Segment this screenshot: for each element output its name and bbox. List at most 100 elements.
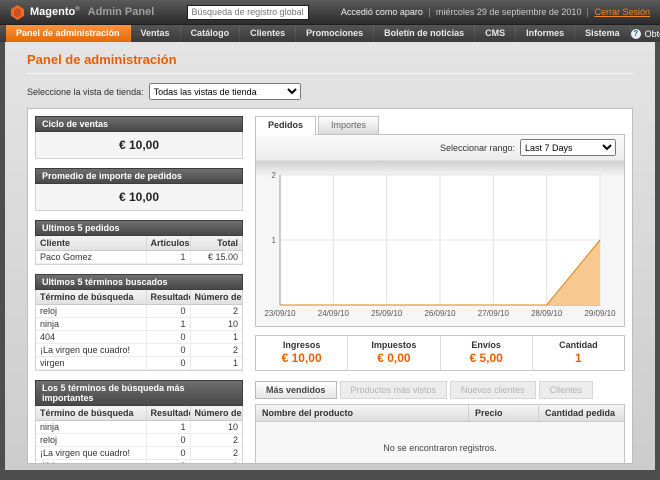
store-view-label: Seleccione la vista de tienda: [27, 87, 144, 97]
widget-title: Ultimos 5 pedidos [35, 220, 243, 236]
stat-label: Envíos [441, 340, 532, 350]
svg-text:29/09/10: 29/09/10 [584, 309, 616, 318]
help-label: Obtener ayuda para esta página [645, 29, 660, 39]
nav-item-newsletter[interactable]: Boletín de noticias [374, 25, 475, 42]
current-date: miércoles 29 de septiembre de 2010 [436, 7, 582, 17]
svg-text:1: 1 [272, 236, 277, 245]
main-navbar: Panel de administración Ventas Catálogo … [0, 24, 660, 42]
page-title: Panel de administración [27, 52, 633, 67]
column-header: Término de búsqueda [36, 290, 146, 305]
stat-value: € 5,00 [441, 351, 532, 365]
table-row[interactable]: ¡La virgen que cuadro! 0 2 [36, 344, 242, 357]
range-selector-row: Seleccionar rango: Last 7 Days [256, 135, 624, 161]
tab-new-customers[interactable]: Nuevos clientes [450, 381, 536, 399]
nav-item-reports[interactable]: Informes [516, 25, 575, 42]
top-header-bar: Magento® Admin Panel Accedió como aparo … [0, 0, 660, 24]
magento-admin-screen: Magento® Admin Panel Accedió como aparo … [0, 0, 660, 480]
tab-most-viewed[interactable]: Productos más vistos [340, 381, 448, 399]
nav-item-dashboard[interactable]: Panel de administración [6, 25, 131, 42]
range-select[interactable]: Last 7 Days [520, 139, 616, 156]
top-search-terms-widget: Los 5 términos de búsqueda más important… [35, 380, 243, 464]
dashboard-panel: Ciclo de ventas € 10,00 Promedio de impo… [27, 108, 633, 464]
registered-mark: ® [75, 6, 79, 12]
tab-bestsellers[interactable]: Más vendidos [255, 381, 337, 399]
global-search-input[interactable] [187, 5, 309, 20]
top-search-terms-table: Término de búsqueda Resultados Número de… [35, 406, 243, 464]
magento-logo-icon [10, 5, 25, 20]
stat-revenue: Ingresos € 10,00 [256, 336, 347, 370]
table-row[interactable]: reloj 0 2 [36, 434, 242, 447]
svg-text:26/09/10: 26/09/10 [424, 309, 456, 318]
nav-item-promotions[interactable]: Promociones [296, 25, 374, 42]
empty-table-message: No se encontraron registros. [256, 422, 624, 464]
table-row[interactable]: 404 0 1 [36, 331, 242, 344]
table-row[interactable]: 404 0 1 [36, 460, 242, 465]
stat-value: € 10,00 [256, 351, 347, 365]
help-icon: ? [631, 29, 641, 39]
lifetime-sales-widget: Ciclo de ventas € 10,00 [35, 116, 243, 159]
last-search-terms-table: Término de búsqueda Resultados Número de… [35, 290, 243, 371]
separator [429, 8, 430, 17]
stat-label: Ingresos [256, 340, 347, 350]
chart-tabs: Pedidos Importes [255, 116, 625, 134]
tab-orders[interactable]: Pedidos [255, 116, 316, 135]
column-header: Término de búsqueda [36, 406, 146, 421]
bestsellers-table-header: Nombre del producto Precio Cantidad pedi… [256, 405, 624, 422]
tab-customers[interactable]: Clientes [539, 381, 594, 399]
svg-text:2: 2 [272, 171, 277, 180]
nav-item-customers[interactable]: Clientes [240, 25, 296, 42]
last-search-terms-widget: Ultimos 5 términos buscados Término de b… [35, 274, 243, 371]
last-orders-table: Cliente Artículos Total Paco Gomez 1 € 1… [35, 236, 243, 265]
brand: Magento® Admin Panel [10, 5, 154, 20]
table-row[interactable]: Paco Gomez 1 € 15.00 [36, 251, 242, 264]
table-row[interactable]: ¡La virgen que cuadro! 0 2 [36, 447, 242, 460]
content-area: Panel de administración Seleccione la vi… [5, 42, 655, 470]
logged-in-user: Accedió como aparo [341, 7, 423, 17]
nav-menu: Panel de administración Ventas Catálogo … [6, 25, 631, 42]
totals-bar: Ingresos € 10,00 Impuestos € 0,00 Envíos… [255, 335, 625, 371]
separator [587, 8, 588, 17]
table-row[interactable]: virgen 0 1 [36, 357, 242, 370]
orders-diagram: Seleccionar rango: Last 7 Days 1 2 23/09/1… [255, 134, 625, 327]
column-header: Artículos [146, 236, 190, 251]
nav-item-system[interactable]: Sistema [575, 25, 631, 42]
orders-chart: 1223/09/1024/09/1025/09/1026/09/1027/09/… [260, 169, 620, 324]
table-row[interactable]: ninja 1 10 [36, 421, 242, 434]
column-header: Número de usos [190, 290, 242, 305]
orders-chart-svg: 1223/09/1024/09/1025/09/1026/09/1027/09/… [260, 169, 620, 319]
nav-item-catalog[interactable]: Catálogo [181, 25, 241, 42]
page-help-link[interactable]: ? Obtener ayuda para esta página [631, 25, 660, 42]
product-tabs: Más vendidos Productos más vistos Nuevos… [255, 381, 625, 399]
store-view-select[interactable]: Todas las vistas de tienda [149, 83, 301, 100]
column-header: Precio [468, 405, 538, 421]
stat-value: 1 [533, 351, 624, 365]
stat-shipping: Envíos € 5,00 [440, 336, 532, 370]
stat-tax: Impuestos € 0,00 [347, 336, 439, 370]
brand-name: Magento® [30, 6, 80, 18]
column-header: Cliente [36, 236, 146, 251]
stat-value: € 0,00 [348, 351, 439, 365]
tab-amounts[interactable]: Importes [318, 116, 379, 134]
logout-link[interactable]: Cerrar Sesión [594, 7, 650, 17]
column-header: Resultados [146, 406, 190, 421]
stat-quantity: Cantidad 1 [532, 336, 624, 370]
svg-text:25/09/10: 25/09/10 [371, 309, 403, 318]
product-name: Admin Panel [88, 6, 155, 18]
store-view-switcher: Seleccione la vista de tienda: Todas las… [27, 83, 633, 100]
session-info: Accedió como aparo miércoles 29 de septi… [341, 7, 650, 17]
dashboard-left-column: Ciclo de ventas € 10,00 Promedio de impo… [35, 116, 243, 456]
svg-text:23/09/10: 23/09/10 [264, 309, 296, 318]
column-header: Cantidad pedida [538, 405, 624, 421]
table-row[interactable]: reloj 0 2 [36, 305, 242, 318]
nav-item-cms[interactable]: CMS [475, 25, 516, 42]
table-row[interactable]: ninja 1 10 [36, 318, 242, 331]
widget-title: Ultimos 5 términos buscados [35, 274, 243, 290]
average-orders-value: € 10,00 [35, 184, 243, 211]
svg-text:27/09/10: 27/09/10 [478, 309, 510, 318]
dashboard-right-column: Pedidos Importes Seleccionar rango: Last… [255, 116, 625, 456]
lifetime-sales-value: € 10,00 [35, 132, 243, 159]
stat-label: Cantidad [533, 340, 624, 350]
nav-item-sales[interactable]: Ventas [131, 25, 181, 42]
column-header: Nombre del producto [256, 405, 468, 421]
widget-title: Promedio de importe de pedidos [35, 168, 243, 184]
